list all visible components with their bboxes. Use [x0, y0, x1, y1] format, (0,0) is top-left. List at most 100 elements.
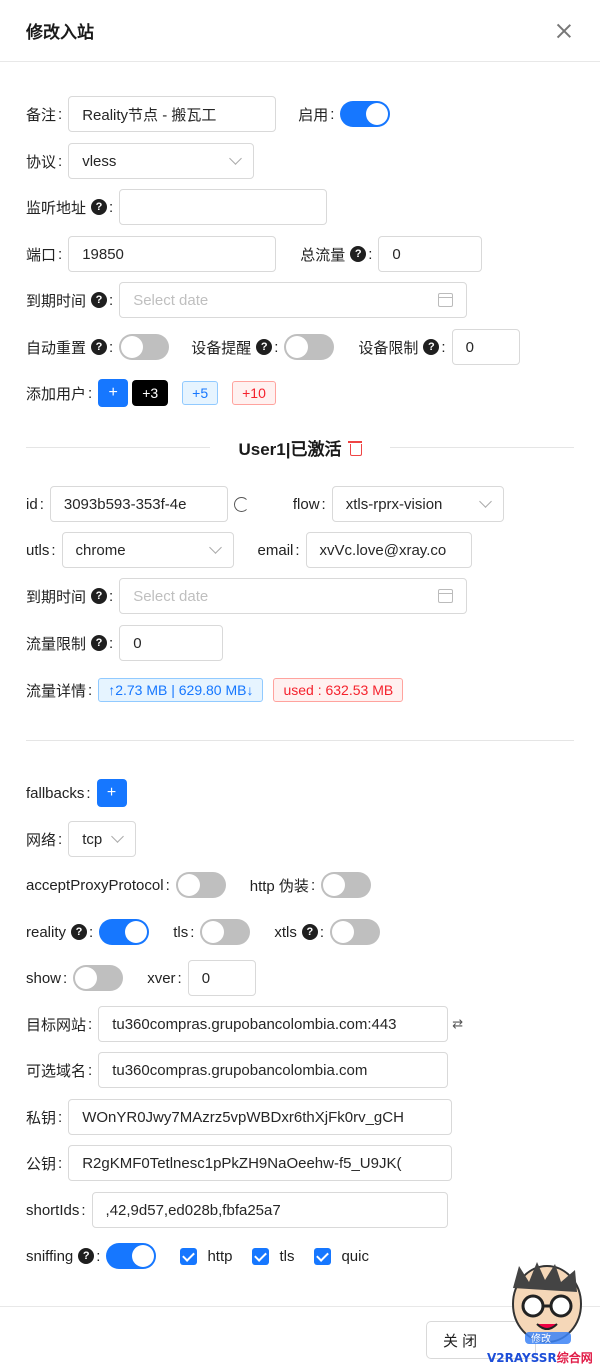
help-icon: ?: [256, 339, 273, 355]
device-limit-input[interactable]: 0: [451, 329, 520, 365]
add-10-users-button[interactable]: +10: [232, 381, 276, 405]
protocol-row: 协议: vless: [26, 143, 574, 179]
remark-label: 备注:: [26, 105, 63, 124]
device-alert-label: 设备提醒?:: [191, 338, 279, 357]
uuid-input[interactable]: 3093b593-353f-4e: [49, 486, 228, 522]
sniffing-toggle[interactable]: [106, 1243, 157, 1269]
expiry-row: 到期时间?: Select date: [26, 282, 574, 318]
traffic-limit-label: 流量限制?:: [26, 634, 114, 653]
server-names-label: 可选域名:: [26, 1061, 93, 1080]
short-ids-input[interactable]: ,42,9d57,ed028b,fbfa25a7: [91, 1192, 448, 1228]
reality-toggle[interactable]: [99, 919, 150, 945]
http-camo-label: http 伪装:: [249, 876, 316, 895]
private-key-input[interactable]: WOnYR0Jwy7MAzrz5vpWBDxr6thXjFk0rv_gCH: [68, 1099, 453, 1135]
auto-reset-label: 自动重置?:: [26, 338, 114, 357]
proxy-row: acceptProxyProtocol: http 伪装:: [26, 867, 574, 903]
listen-input[interactable]: [119, 189, 328, 225]
enable-toggle[interactable]: [340, 101, 391, 127]
public-key-label: 公钥:: [26, 1154, 63, 1173]
port-label: 端口:: [26, 245, 63, 264]
protocol-label: 协议:: [26, 152, 63, 171]
sniff-quic-label: quic: [341, 1247, 369, 1265]
id-row: id: 3093b593-353f-4e flow: xtls-rprx-vis…: [26, 486, 574, 522]
close-icon[interactable]: [554, 21, 574, 41]
user-expiry-row: 到期时间?: Select date: [26, 578, 574, 614]
reset-row: 自动重置?: 设备提醒?: 设备限制?: 0: [26, 329, 574, 365]
device-alert-toggle[interactable]: [284, 334, 335, 360]
add-3-users-button[interactable]: +3: [132, 380, 169, 406]
fallbacks-label: fallbacks:: [26, 784, 91, 802]
add-user-label: 添加用户:: [26, 384, 93, 403]
sniff-tls-checkbox[interactable]: [252, 1247, 270, 1265]
dest-input[interactable]: tu360compras.grupobancolombia.com:443: [98, 1006, 449, 1042]
expiry-placeholder: Select date: [133, 291, 209, 309]
add-user-button[interactable]: +: [98, 379, 129, 407]
xtls-label: xtls?:: [274, 923, 325, 941]
watermark-text: V2RAYSSR综合网: [487, 1350, 593, 1365]
add-5-users-button[interactable]: +5: [182, 381, 219, 405]
expiry-datepicker[interactable]: Select date: [119, 282, 468, 318]
reality-label: reality?:: [26, 923, 94, 941]
protocol-select[interactable]: vless: [68, 143, 255, 179]
flow-select[interactable]: xtls-rprx-vision: [331, 486, 504, 522]
help-icon: ?: [91, 292, 108, 308]
enable-label: 启用:: [298, 105, 335, 124]
chevron-down-icon: [111, 830, 125, 843]
dest-label: 目标网站:: [26, 1015, 93, 1034]
tls-toggle[interactable]: [200, 919, 251, 945]
port-input[interactable]: 19850: [68, 236, 277, 272]
xver-input[interactable]: 0: [187, 960, 256, 996]
chevron-down-icon: [208, 541, 222, 554]
help-icon: ?: [350, 246, 367, 262]
public-key-row: 公钥: R2gKMF0Tetlnesc1pPkZH9NaOeehw-f5_U9J…: [26, 1145, 574, 1181]
trash-icon[interactable]: [347, 439, 362, 456]
sniff-quic-checkbox[interactable]: [314, 1247, 332, 1265]
swap-icon[interactable]: ⇄: [452, 1016, 463, 1032]
sniff-http-checkbox[interactable]: [180, 1247, 198, 1265]
accept-proxy-toggle[interactable]: [175, 872, 226, 898]
user-expiry-datepicker[interactable]: Select date: [119, 578, 468, 614]
show-label: show:: [26, 969, 68, 987]
dest-row: 目标网站: tu360compras.grupobancolombia.com:…: [26, 1006, 574, 1042]
auto-reset-toggle[interactable]: [119, 334, 170, 360]
network-select[interactable]: tcp: [68, 821, 137, 857]
private-key-label: 私钥:: [26, 1108, 63, 1127]
short-ids-label: shortIds:: [26, 1201, 86, 1219]
watermark-mascot-logo: 修改 V2RAYSSR综合网: [487, 1262, 593, 1365]
id-label: id:: [26, 495, 44, 513]
server-names-input[interactable]: tu360compras.grupobancolombia.com: [98, 1052, 449, 1088]
watermark-overlay-text: 修改: [531, 1332, 551, 1345]
user-expiry-label: 到期时间?:: [26, 587, 114, 606]
refresh-icon[interactable]: [233, 496, 249, 512]
user-title: User1|已激活: [238, 439, 342, 459]
sniff-http-label: http: [207, 1247, 233, 1265]
xtls-toggle[interactable]: [330, 919, 381, 945]
stream-divider: [26, 740, 574, 741]
help-icon: ?: [71, 924, 88, 940]
calendar-icon: [438, 589, 454, 603]
show-toggle[interactable]: [73, 965, 124, 991]
utls-select[interactable]: chrome: [61, 532, 234, 568]
help-icon: ?: [91, 588, 108, 604]
short-ids-row: shortIds: ,42,9d57,ed028b,fbfa25a7: [26, 1192, 574, 1228]
help-icon: ?: [301, 924, 318, 940]
server-names-row: 可选域名: tu360compras.grupobancolombia.com: [26, 1052, 574, 1088]
help-icon: ?: [91, 339, 108, 355]
email-input[interactable]: xvVc.love@xray.co: [305, 532, 472, 568]
public-key-input[interactable]: R2gKMF0Tetlnesc1pPkZH9NaOeehw-f5_U9JK(: [68, 1145, 453, 1181]
fallbacks-row: fallbacks: +: [26, 775, 574, 811]
add-fallback-button[interactable]: +: [96, 779, 127, 807]
email-label: email:: [257, 541, 300, 559]
listen-label: 监听地址?:: [26, 198, 114, 217]
traffic-limit-input[interactable]: 0: [119, 625, 224, 661]
total-input[interactable]: 0: [378, 236, 483, 272]
xver-label: xver:: [147, 969, 182, 987]
flow-value: xtls-rprx-vision: [345, 495, 443, 513]
remark-input[interactable]: Reality节点 - 搬瓦工: [68, 96, 277, 132]
help-icon: ?: [78, 1248, 95, 1264]
sniffing-label: sniffing?:: [26, 1247, 101, 1265]
http-camo-toggle[interactable]: [321, 872, 372, 898]
calendar-icon: [438, 293, 454, 307]
device-limit-label: 设备限制?:: [358, 338, 446, 357]
help-icon: ?: [91, 199, 108, 215]
